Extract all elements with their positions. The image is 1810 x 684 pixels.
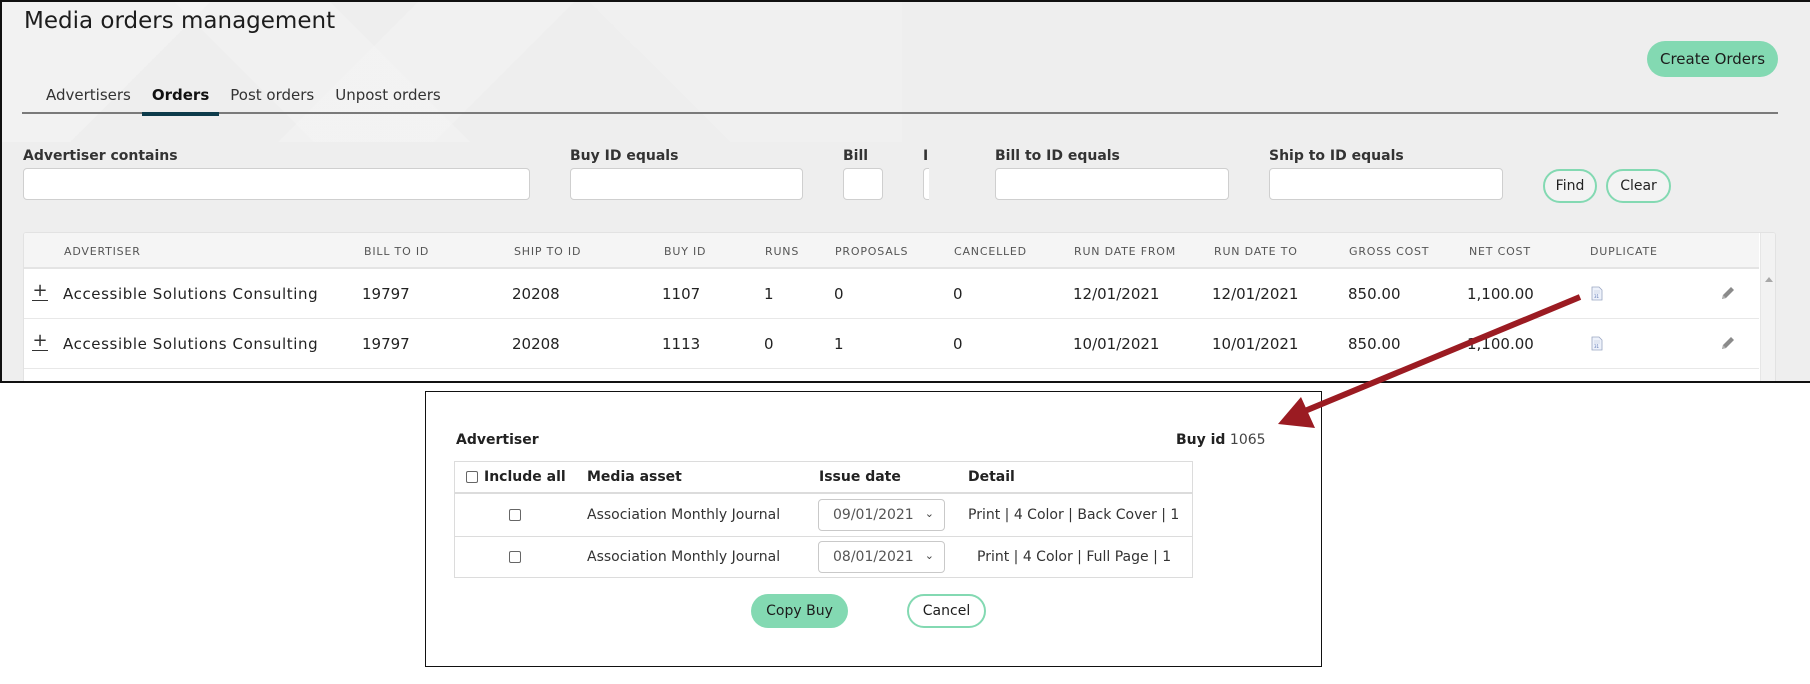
col-advertiser[interactable]: ADVERTISER	[64, 245, 141, 258]
run-date-from-cell: 12/01/2021	[1073, 285, 1160, 303]
col-proposals[interactable]: PROPOSALS	[835, 245, 908, 258]
chevron-down-icon: ⌄	[924, 507, 934, 520]
chevron-down-icon: ⌄	[924, 549, 934, 562]
ship-to-id-cell: 20208	[512, 285, 560, 303]
ship-to-id-equals-input[interactable]	[1269, 168, 1503, 200]
gross-cost-cell: 850.00	[1348, 335, 1401, 353]
runs-cell: 0	[764, 335, 774, 353]
detail-cell: Print | 4 Color | Full Page | 1	[977, 549, 1172, 565]
duplicate-icon[interactable]: 31	[1591, 286, 1603, 301]
truncated-input[interactable]	[923, 168, 929, 200]
include-all-checkbox[interactable]	[466, 471, 478, 483]
orders-panel: Media orders management Create Orders Ad…	[0, 0, 1810, 383]
col-net-cost[interactable]: NET COST	[1469, 245, 1531, 258]
table-row[interactable]: + Accessible Solutions Consulting 19797 …	[24, 270, 1759, 319]
table-row[interactable]: + Accessible Solutions Consulting 19797 …	[24, 320, 1759, 369]
advertiser-cell: Accessible Solutions Consulting	[63, 335, 319, 353]
cancelled-cell: 0	[953, 335, 963, 353]
run-date-to-cell: 10/01/2021	[1212, 335, 1299, 353]
bill-truncated-label: Bill t	[843, 148, 873, 164]
proposals-cell: 1	[834, 335, 844, 353]
orders-table: ADVERTISER BILL TO ID SHIP TO ID BUY ID …	[23, 232, 1776, 381]
col-run-date-from[interactable]: RUN DATE FROM	[1074, 245, 1176, 258]
col-runs[interactable]: RUNS	[765, 245, 799, 258]
copy-buy-button[interactable]: Copy Buy	[751, 594, 848, 628]
media-asset-table-header: Include all Media asset Issue date Detai…	[455, 462, 1192, 494]
tab-post-orders[interactable]: Post orders	[220, 80, 324, 114]
buy-id-info: Buy id 1065	[1176, 432, 1266, 448]
buy-id-value: 1065	[1229, 432, 1266, 448]
col-cancelled[interactable]: CANCELLED	[954, 245, 1027, 258]
net-cost-cell: 1,100.00	[1467, 285, 1534, 303]
bill-to-id-equals-label: Bill to ID equals	[995, 148, 1120, 164]
expand-row-button[interactable]: +	[32, 282, 48, 301]
tab-bar: Advertisers Orders Post orders Unpost or…	[22, 80, 1778, 116]
col-issue-date: Issue date	[819, 469, 901, 485]
tab-orders[interactable]: Orders	[141, 80, 220, 116]
ship-to-id-equals-label: Ship to ID equals	[1269, 148, 1404, 164]
page-title: Media orders management	[24, 8, 336, 34]
run-date-from-cell: 10/01/2021	[1073, 335, 1160, 353]
detail-cell: Print | 4 Color | Back Cover | 1	[968, 507, 1180, 523]
buy-id-cell: 1113	[662, 335, 701, 353]
expand-row-button[interactable]: +	[32, 332, 48, 351]
issue-date-select[interactable]: 09/01/2021 ⌄	[818, 499, 945, 531]
cancel-button[interactable]: Cancel	[907, 594, 986, 628]
col-buy-id[interactable]: BUY ID	[664, 245, 706, 258]
cancelled-cell: 0	[953, 285, 963, 303]
advertiser-contains-input[interactable]	[23, 168, 530, 200]
create-orders-button[interactable]: Create Orders	[1647, 41, 1778, 77]
svg-text:31: 31	[1594, 344, 1600, 349]
pencil-icon[interactable]	[1720, 285, 1736, 301]
advertiser-cell: Accessible Solutions Consulting	[63, 285, 319, 303]
bill-to-id-cell: 19797	[362, 335, 410, 353]
media-asset-cell: Association Monthly Journal	[587, 507, 781, 523]
col-duplicate[interactable]: DUPLICATE	[1590, 245, 1658, 258]
advertiser-label: Advertiser	[456, 432, 539, 448]
col-media-asset: Media asset	[587, 469, 682, 485]
col-gross-cost[interactable]: GROSS COST	[1349, 245, 1429, 258]
issue-date-select[interactable]: 08/01/2021 ⌄	[818, 541, 945, 573]
row-include-checkbox[interactable]	[509, 551, 521, 563]
bill-to-id-equals-input[interactable]	[995, 168, 1229, 200]
table-header: ADVERTISER BILL TO ID SHIP TO ID BUY ID …	[24, 233, 1759, 269]
copy-buy-dialog: Advertiser Buy id 1065 Include all Media…	[425, 391, 1322, 667]
duplicate-icon[interactable]: 31	[1591, 336, 1603, 351]
media-asset-cell: Association Monthly Journal	[587, 549, 781, 565]
buy-id-cell: 1107	[662, 285, 701, 303]
ship-to-id-cell: 20208	[512, 335, 560, 353]
tab-advertisers[interactable]: Advertisers	[22, 80, 141, 114]
include-all-label: Include all	[484, 469, 566, 485]
svg-text:31: 31	[1594, 294, 1600, 299]
media-asset-row: Association Monthly Journal 09/01/2021 ⌄…	[455, 495, 1192, 537]
proposals-cell: 0	[834, 285, 844, 303]
advertiser-contains-label: Advertiser contains	[23, 148, 178, 164]
col-ship-to-id[interactable]: SHIP TO ID	[514, 245, 581, 258]
vertical-scrollbar[interactable]	[1760, 233, 1775, 381]
media-asset-row: Association Monthly Journal 08/01/2021 ⌄…	[455, 537, 1192, 579]
scroll-up-arrow-icon[interactable]	[1765, 277, 1773, 282]
col-detail: Detail	[968, 469, 1015, 485]
col-run-date-to[interactable]: RUN DATE TO	[1214, 245, 1298, 258]
bill-to-id-cell: 19797	[362, 285, 410, 303]
tab-unpost-orders[interactable]: Unpost orders	[325, 80, 450, 114]
buy-id-label: Buy id	[1176, 432, 1226, 448]
runs-cell: 1	[764, 285, 774, 303]
buy-id-equals-label: Buy ID equals	[570, 148, 679, 164]
pencil-icon[interactable]	[1720, 335, 1736, 351]
issue-date-value: 09/01/2021	[833, 507, 914, 523]
bill-truncated-input[interactable]	[843, 168, 883, 200]
row-include-checkbox[interactable]	[509, 509, 521, 521]
col-bill-to-id[interactable]: BILL TO ID	[364, 245, 429, 258]
truncated-label: I	[923, 148, 929, 164]
media-asset-table: Include all Media asset Issue date Detai…	[454, 461, 1193, 578]
buy-id-equals-input[interactable]	[570, 168, 803, 200]
find-button[interactable]: Find	[1543, 169, 1597, 203]
run-date-to-cell: 12/01/2021	[1212, 285, 1299, 303]
clear-button[interactable]: Clear	[1606, 169, 1671, 203]
issue-date-value: 08/01/2021	[833, 549, 914, 565]
net-cost-cell: 1,100.00	[1467, 335, 1534, 353]
gross-cost-cell: 850.00	[1348, 285, 1401, 303]
